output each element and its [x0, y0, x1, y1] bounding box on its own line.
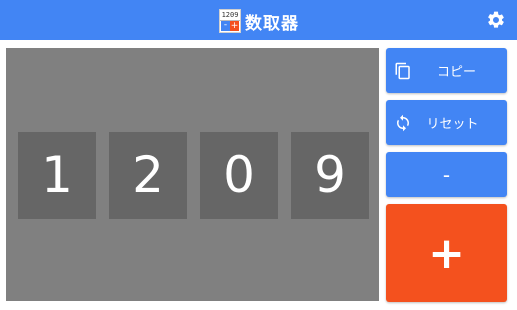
- decrement-button[interactable]: -: [386, 152, 507, 197]
- copy-button[interactable]: コピー: [386, 48, 507, 93]
- counter-display: 1 2 0 9: [6, 48, 379, 301]
- reset-button-label: リセット: [426, 117, 479, 132]
- app-title-group: 1209 - + 数取器: [219, 8, 299, 34]
- app-logo-plus: +: [230, 21, 239, 31]
- gear-icon: [488, 11, 504, 28]
- increment-button[interactable]: +: [386, 204, 507, 302]
- decrement-button-label: -: [442, 162, 451, 187]
- app-bar: 1209 - + 数取器: [0, 0, 517, 40]
- reset-button[interactable]: リセット: [386, 100, 507, 145]
- counter-digit: 0: [200, 132, 278, 219]
- counter-digit: 2: [109, 132, 187, 219]
- app-title: 数取器: [245, 13, 299, 34]
- app-logo-minus: -: [221, 21, 230, 31]
- counter-digit: 1: [18, 132, 96, 219]
- copy-button-label: コピー: [436, 65, 476, 80]
- increment-button-label: +: [428, 227, 465, 279]
- app-logo-number: 1209: [220, 11, 240, 21]
- app-logo-icon: 1209 - +: [219, 9, 241, 33]
- counter-digit: 9: [291, 132, 369, 219]
- settings-button[interactable]: [484, 8, 508, 32]
